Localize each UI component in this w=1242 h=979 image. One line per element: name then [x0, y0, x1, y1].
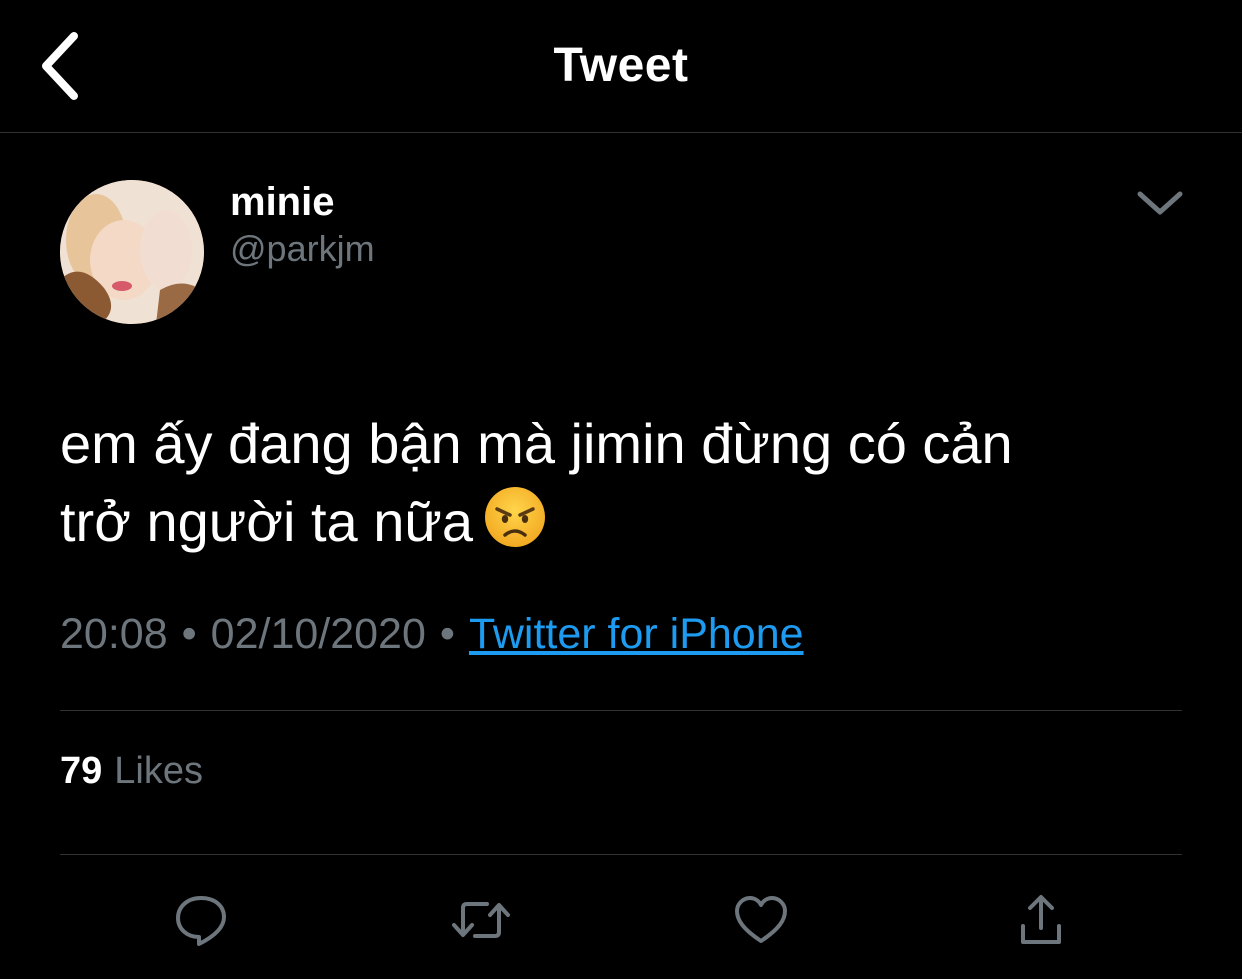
tweet-text-line: trở người ta nữa — [60, 483, 1180, 569]
top-bar: Tweet — [0, 0, 1242, 133]
chevron-down-icon — [1137, 191, 1183, 215]
avatar-photo — [60, 180, 204, 324]
tweet-meta: 20:08 • 02/10/2020 • Twitter for iPhone — [60, 610, 804, 659]
reply-button[interactable] — [171, 890, 231, 950]
meta-separator: • — [181, 610, 197, 658]
divider — [60, 854, 1182, 855]
author-handle[interactable]: @parkjm — [230, 228, 375, 270]
reply-icon — [176, 896, 226, 946]
angry-face-emoji — [483, 485, 547, 569]
heart-icon — [735, 896, 787, 943]
retweet-button[interactable] — [451, 890, 511, 950]
tweet-time: 20:08 — [60, 610, 168, 658]
tweet-text: em ấy đang bận mà jimin đừng có cản trở … — [60, 405, 1180, 569]
like-button[interactable] — [731, 890, 791, 950]
likes-count: 79 — [60, 750, 103, 792]
meta-separator: • — [439, 610, 455, 658]
tweet-date: 02/10/2020 — [210, 610, 426, 658]
likes-stat[interactable]: 79 Likes — [60, 750, 203, 793]
retweet-icon — [452, 902, 510, 938]
tweet-text-fragment: trở người ta nữa — [60, 490, 474, 553]
tweet-menu-button[interactable] — [1130, 178, 1190, 228]
divider — [60, 710, 1182, 711]
likes-label: Likes — [114, 750, 203, 792]
tweet-text-line: em ấy đang bận mà jimin đừng có cản — [60, 412, 1013, 475]
page-title: Tweet — [553, 39, 689, 92]
tweet-source-link[interactable]: Twitter for iPhone — [469, 610, 804, 658]
share-icon — [1021, 895, 1061, 944]
avatar[interactable] — [60, 180, 204, 324]
author-display-name[interactable]: minie — [230, 180, 334, 225]
share-button[interactable] — [1011, 890, 1071, 950]
